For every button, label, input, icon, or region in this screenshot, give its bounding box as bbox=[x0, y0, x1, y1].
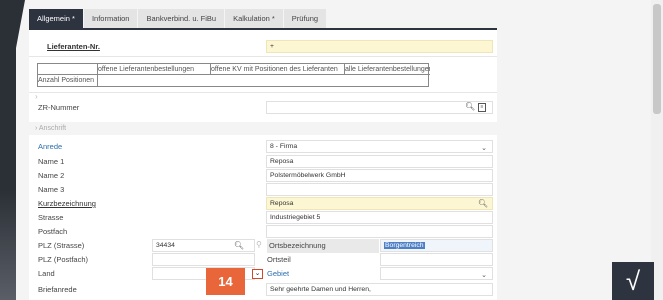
row-briefanrede: Briefanrede Sehr geehrte Damen und Herre… bbox=[29, 283, 497, 297]
row-name3: Name 3 bbox=[29, 183, 497, 197]
ortsbezeichnung-value: Borgentreich bbox=[384, 242, 425, 249]
scrollbar-thumb[interactable] bbox=[653, 4, 661, 114]
scrollbar[interactable] bbox=[651, 0, 663, 300]
row-anrede: Anrede 8 - Firma ⌄ bbox=[29, 140, 497, 154]
ortsbezeichnung-input[interactable]: Borgentreich bbox=[380, 239, 493, 252]
chevron-down-icon: ⌄ bbox=[254, 270, 261, 277]
row-zr-nummer: ZR-Nummer 🔍︎ ≡ bbox=[29, 101, 497, 115]
chevron-right-icon[interactable]: › bbox=[35, 92, 38, 101]
postfach-label: Postfach bbox=[38, 227, 68, 236]
search-icon[interactable]: 🔍︎ bbox=[478, 198, 488, 209]
strasse-input[interactable]: Industriegebiet 5 bbox=[266, 211, 493, 224]
anrede-select[interactable]: 8 - Firma ⌄ bbox=[266, 140, 493, 153]
table-empty-header bbox=[38, 64, 98, 75]
kurzbezeichnung-input[interactable]: Reposa 🔍︎ bbox=[266, 197, 493, 210]
tab-bankverbindung[interactable]: Bankverbind. u. FiBu bbox=[138, 9, 226, 28]
name2-input[interactable]: Polstermöbelwerk GmbH bbox=[266, 169, 493, 182]
chevron-down-icon: ⌄ bbox=[481, 145, 487, 152]
plz-postfach-input[interactable] bbox=[152, 253, 255, 266]
postfach-input[interactable] bbox=[266, 225, 493, 238]
gebiet-label[interactable]: Gebiet bbox=[267, 267, 289, 281]
plz-strasse-label: PLZ (Strasse) bbox=[38, 241, 85, 250]
kurzbezeichnung-value: Reposa bbox=[270, 200, 294, 207]
table-header-offene-kv: offene KV mit Positionen des Lieferanten bbox=[211, 64, 345, 75]
tab-pruefung[interactable]: Prüfung bbox=[283, 9, 328, 28]
name1-label: Name 1 bbox=[38, 157, 65, 166]
tab-kalkulation[interactable]: Kalkulation * bbox=[225, 9, 284, 28]
plz-postfach-label: PLZ (Postfach) bbox=[38, 255, 89, 264]
order-summary-table: offene Lieferantenbestellungen offene KV… bbox=[37, 63, 430, 87]
tab-bar: Allgemein * Information Bankverbind. u. … bbox=[29, 9, 328, 28]
row-kurzbezeichnung: Kurzbezeichnung Reposa 🔍︎ bbox=[29, 197, 497, 211]
row-plz-postfach: PLZ (Postfach) Ortsteil bbox=[29, 253, 497, 267]
tab-information[interactable]: Information bbox=[83, 9, 139, 28]
divider bbox=[29, 92, 497, 93]
name1-input[interactable]: Reposa bbox=[266, 155, 493, 168]
divider bbox=[29, 56, 497, 57]
table-header-offene-bestellungen: offene Lieferantenbestellungen bbox=[98, 64, 211, 75]
zr-nummer-input[interactable] bbox=[266, 101, 493, 114]
section-anschrift[interactable]: › Anschrift bbox=[29, 122, 497, 135]
row-postfach: Postfach bbox=[29, 225, 497, 239]
section-anschrift-title: › Anschrift bbox=[35, 125, 67, 132]
row-land: Land Gebiet ⌄ bbox=[29, 267, 497, 281]
row-lieferanten: Lieferanten-Nr. + bbox=[29, 40, 497, 54]
form-panel: Lieferanten-Nr. + offene Lieferantenbest… bbox=[29, 28, 497, 300]
plz-strasse-value: 34434 bbox=[156, 242, 175, 249]
table-header-alle-bestellungen: alle Lieferantenbestellungen bbox=[345, 66, 430, 75]
briefanrede-label: Briefanrede bbox=[38, 285, 77, 294]
confirm-button[interactable]: √ bbox=[612, 262, 654, 300]
name3-label: Name 3 bbox=[38, 185, 65, 194]
gebiet-select[interactable]: ⌄ bbox=[380, 267, 493, 280]
search-icon[interactable]: 🔍︎ bbox=[234, 240, 244, 251]
ortsteil-label: Ortsteil bbox=[267, 255, 291, 264]
ortsteil-input[interactable] bbox=[380, 253, 493, 266]
card-icon[interactable]: ≡ bbox=[478, 103, 486, 112]
tab-allgemein[interactable]: Allgemein * bbox=[29, 9, 84, 28]
anrede-label[interactable]: Anrede bbox=[38, 140, 62, 154]
row-strasse: Strasse Industriegebiet 5 bbox=[29, 211, 497, 225]
table-row-label: Anzahl Positionen bbox=[38, 75, 98, 87]
zr-nummer-label: ZR-Nummer bbox=[38, 103, 80, 112]
sidebar-notch bbox=[16, 0, 25, 48]
step-marker: 14 bbox=[206, 268, 245, 295]
name3-input[interactable] bbox=[266, 183, 493, 196]
chevron-down-icon: ⌄ bbox=[481, 272, 487, 279]
name2-label: Name 2 bbox=[38, 171, 65, 180]
row-plz-strasse: PLZ (Strasse) 34434 🔍︎ ⚲ Ortsbezeichnung… bbox=[29, 239, 497, 253]
kurzbezeichnung-label: Kurzbezeichnung bbox=[38, 199, 96, 208]
row-name2: Name 2 Polstermöbelwerk GmbH bbox=[29, 169, 497, 183]
briefanrede-input[interactable]: Sehr geehrte Damen und Herren, bbox=[266, 283, 493, 296]
search-icon[interactable]: 🔍︎ bbox=[465, 102, 475, 111]
location-icon[interactable]: ⚲ bbox=[256, 240, 262, 249]
land-label: Land bbox=[38, 269, 55, 278]
lieferanten-label: Lieferanten-Nr. bbox=[47, 42, 100, 51]
anrede-value: 8 - Firma bbox=[270, 143, 298, 150]
sidebar-fade bbox=[0, 190, 16, 300]
lieferanten-input[interactable]: + bbox=[266, 40, 493, 53]
strasse-label: Strasse bbox=[38, 213, 64, 222]
plz-strasse-input[interactable]: 34434 🔍︎ bbox=[152, 239, 255, 252]
row-name1: Name 1 Reposa bbox=[29, 155, 497, 169]
ortsbezeichnung-label: Ortsbezeichnung bbox=[267, 239, 379, 253]
land-dropdown-toggle[interactable]: ⌄ bbox=[252, 269, 263, 279]
